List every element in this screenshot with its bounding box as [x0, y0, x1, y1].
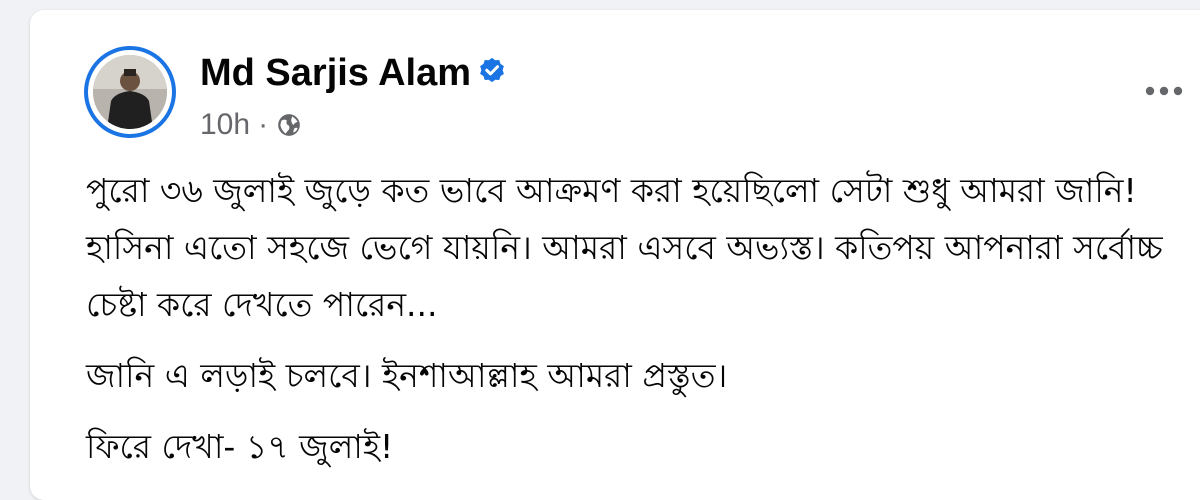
post-paragraph-2: জানি এ লড়াই চলবে। ইনশাআল্লাহ আমরা প্রস্…	[86, 356, 728, 395]
avatar[interactable]	[84, 46, 176, 138]
meta-separator: ·	[258, 108, 269, 141]
post-paragraph-1: পুরো ৩৬ জুলাই জুড়ে কত ভাবে আক্রমণ করা হ…	[86, 171, 1163, 324]
globe-icon[interactable]	[276, 112, 302, 138]
author-name-text[interactable]: Md Sarjis Alam	[200, 52, 471, 94]
author-name[interactable]: Md Sarjis Alam	[200, 50, 507, 96]
post-card: Md Sarjis Alam 10h · পুরো ৩৬ জুলাই জুড়ে…	[30, 10, 1200, 500]
profile-photo	[93, 55, 167, 129]
post-text: পুরো ৩৬ জুলাই জুড়ে কত ভাবে আক্রমণ করা হ…	[86, 162, 1200, 489]
more-options-button[interactable]	[1140, 74, 1188, 108]
post-paragraph-3: ফিরে দেখা- ১৭ জুলাই!	[86, 427, 394, 466]
verified-badge-icon	[480, 57, 504, 83]
more-options-icon	[1145, 86, 1183, 96]
post-timestamp[interactable]: 10h	[200, 106, 250, 144]
post-meta: 10h ·	[200, 106, 302, 144]
